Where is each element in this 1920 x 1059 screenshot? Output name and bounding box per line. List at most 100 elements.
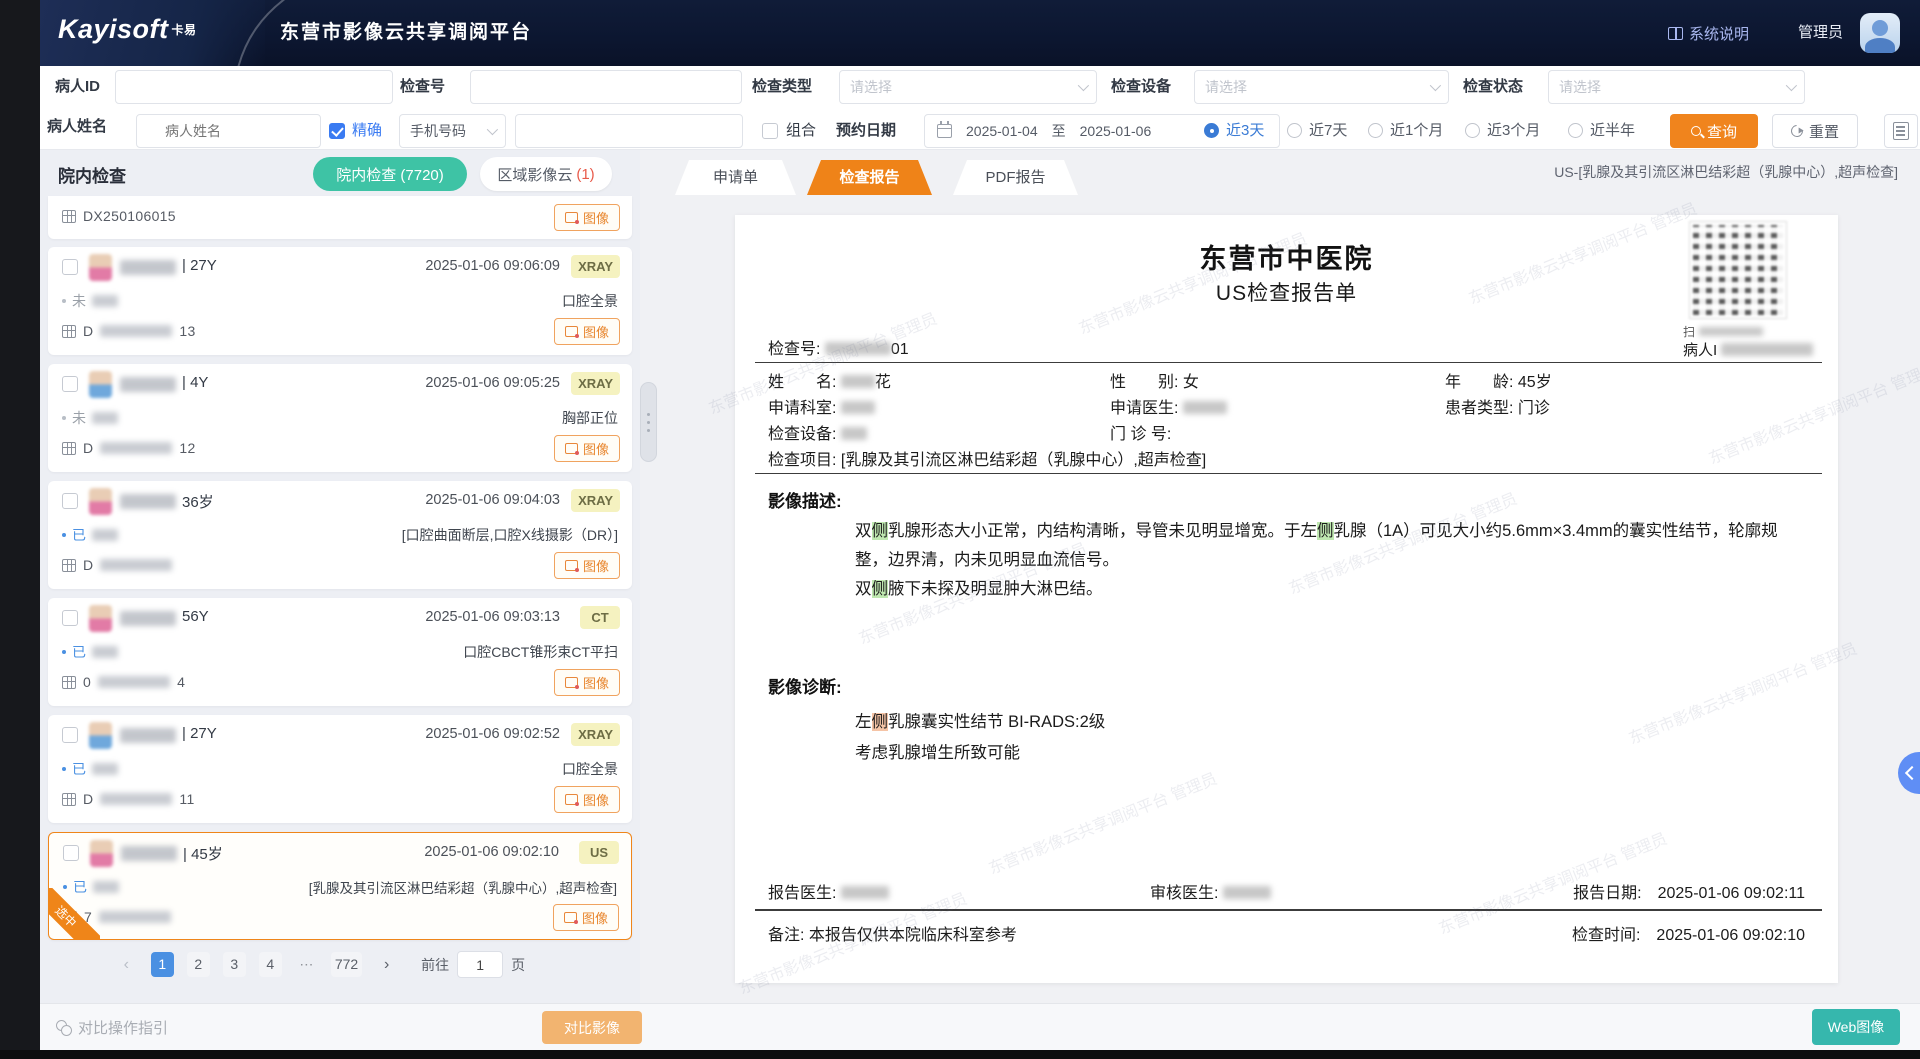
exam-card-selected[interactable]: | 45岁 2025-01-06 09:02:10 US 已 [乳腺及其引流区淋… <box>48 832 632 940</box>
exam-card[interactable]: 36岁 2025-01-06 09:04:03 XRAY 已 [口腔曲面断层,口… <box>48 481 632 589</box>
note-field: 备注: 本报告仅供本院临床科室参考 <box>768 921 1017 945</box>
prev-page-button[interactable]: ‹ <box>115 952 138 977</box>
tab-exam-report[interactable]: 检查报告 <box>807 160 932 195</box>
redacted-exam-id <box>100 442 172 454</box>
patient-id-input[interactable] <box>115 70 393 104</box>
range-6m-radio[interactable] <box>1568 123 1583 138</box>
compare-guide-link[interactable]: 对比操作指引 <box>56 1004 168 1051</box>
system-help-link[interactable]: 系统说明 <box>1668 0 1749 66</box>
page-ellipsis[interactable]: ⋯ <box>295 952 318 977</box>
book-icon <box>1668 27 1683 40</box>
form-icon <box>1893 122 1909 140</box>
search-button[interactable]: 查询 <box>1670 114 1758 148</box>
image-button[interactable]: 图像 <box>554 552 620 579</box>
brand-logo: Kayisoft卡易 <box>58 14 197 45</box>
avatar[interactable] <box>1860 13 1900 53</box>
date-from-value: 2025-01-04 <box>966 123 1038 139</box>
description-paragraph: 双侧乳腺形态大小正常，内结构清晰，导管未见明显增宽。于左侧乳腺（1A）可见大小约… <box>855 517 1803 575</box>
exam-checkbox[interactable] <box>62 259 78 275</box>
redacted-status <box>92 412 118 424</box>
reset-icon <box>1789 123 1806 140</box>
page-button-last[interactable]: 772 <box>331 952 362 977</box>
exam-type-select[interactable]: 请选择 <box>839 70 1097 104</box>
panel-splitter-handle[interactable] <box>640 382 657 462</box>
exam-device-select[interactable]: 请选择 <box>1194 70 1449 104</box>
age-value: 45岁 <box>1518 374 1552 391</box>
range-1m-label[interactable]: 近1个月 <box>1390 114 1443 148</box>
page-button-3[interactable]: 3 <box>223 952 246 977</box>
image-button[interactable]: 图像 <box>554 669 620 696</box>
image-button[interactable]: 图像 <box>554 435 620 462</box>
exam-device-label: 检查设备 <box>1111 70 1171 104</box>
exam-no-input[interactable] <box>470 70 742 104</box>
exam-status-select[interactable]: 请选择 <box>1548 70 1805 104</box>
range-3d-radio[interactable] <box>1204 123 1219 138</box>
exam-description: 口腔CBCT锥形束CT平扫 <box>463 642 618 662</box>
page-button-1[interactable]: 1 <box>151 952 174 977</box>
tab-region-cloud[interactable]: 区域影像云 (1) <box>480 157 612 191</box>
combo-checkbox[interactable] <box>762 123 778 139</box>
patient-age: | 27Y <box>182 725 217 742</box>
tab-request-form[interactable]: 申请单 <box>675 160 796 195</box>
page-button-2[interactable]: 2 <box>187 952 210 977</box>
page-button-4[interactable]: 4 <box>259 952 282 977</box>
exam-card-partial[interactable]: DX250106015 图像 <box>48 196 632 239</box>
diagnosis-section-label: 影像诊断: <box>768 673 842 698</box>
patient-name-input[interactable] <box>136 114 321 148</box>
chevron-down-icon <box>487 124 498 135</box>
exam-no-visible: 01 <box>891 341 909 358</box>
patient-age: | 4Y <box>182 374 208 391</box>
range-3m-radio[interactable] <box>1465 123 1480 138</box>
exam-id: D12 <box>62 440 196 456</box>
range-6m-label[interactable]: 近半年 <box>1590 114 1635 148</box>
patient-avatar <box>89 722 112 749</box>
phone-input[interactable] <box>515 114 743 148</box>
user-menu[interactable]: 管理员 <box>1798 0 1843 66</box>
date-separator: 至 <box>1052 121 1066 141</box>
exam-checkbox[interactable] <box>62 376 78 392</box>
exam-card[interactable]: | 4Y 2025-01-06 09:05:25 XRAY 未 胸部正位 D12… <box>48 364 632 472</box>
image-button-label: 图像 <box>583 322 609 341</box>
modality-tag: XRAY <box>571 723 620 746</box>
web-image-button[interactable]: Web图像 <box>1812 1009 1900 1045</box>
modality-tag: XRAY <box>571 489 620 512</box>
next-page-button[interactable]: › <box>375 952 398 977</box>
image-button[interactable]: 图像 <box>554 318 620 345</box>
reset-button[interactable]: 重置 <box>1772 114 1858 148</box>
range-3d-label[interactable]: 近3天 <box>1226 114 1264 148</box>
image-button[interactable]: 图像 <box>554 786 620 813</box>
series-grid-icon <box>62 559 76 572</box>
tab-hospital-exams[interactable]: 院内检查 (7720) <box>313 157 467 191</box>
image-icon <box>565 560 578 571</box>
phone-type-select[interactable]: 手机号码 <box>399 114 506 148</box>
chevron-down-icon <box>1430 80 1441 91</box>
image-button[interactable]: 图像 <box>554 204 620 231</box>
exact-checkbox[interactable] <box>329 123 345 139</box>
redacted-req-doctor <box>1183 401 1227 414</box>
series-grid-icon <box>62 676 76 689</box>
exam-id-suffix: 12 <box>179 440 195 456</box>
exam-checkbox[interactable] <box>62 493 78 509</box>
exam-card[interactable]: | 27Y 2025-01-06 09:02:52 XRAY 已 口腔全景 D1… <box>48 715 632 823</box>
exam-checkbox[interactable] <box>62 727 78 743</box>
tab-pdf-report[interactable]: PDF报告 <box>953 160 1078 195</box>
patient-avatar <box>89 488 112 515</box>
exam-checkbox[interactable] <box>62 610 78 626</box>
exam-checkbox[interactable] <box>63 845 79 861</box>
exam-list-panel: 院内检查 院内检查 (7720) 区域影像云 (1) DX250106015 图… <box>40 150 640 1003</box>
range-7d-label[interactable]: 近7天 <box>1309 114 1347 148</box>
guide-rings-icon <box>56 1020 71 1035</box>
redacted-patient-name <box>120 377 176 392</box>
range-3m-label[interactable]: 近3个月 <box>1487 114 1540 148</box>
combo-label: 组合 <box>786 114 816 148</box>
layout-settings-button[interactable] <box>1884 114 1918 148</box>
exam-card[interactable]: 56Y 2025-01-06 09:03:13 CT 已 口腔CBCT锥形束CT… <box>48 598 632 706</box>
image-button[interactable]: 图像 <box>553 904 619 931</box>
compare-images-button[interactable]: 对比影像 <box>542 1011 642 1044</box>
exam-card[interactable]: | 27Y 2025-01-06 09:06:09 XRAY 未 口腔全景 D1… <box>48 247 632 355</box>
range-1m-radio[interactable] <box>1368 123 1383 138</box>
redacted-device <box>841 427 867 440</box>
exam-status: 未 <box>62 408 118 428</box>
goto-page-input[interactable] <box>457 951 503 978</box>
range-7d-radio[interactable] <box>1287 123 1302 138</box>
